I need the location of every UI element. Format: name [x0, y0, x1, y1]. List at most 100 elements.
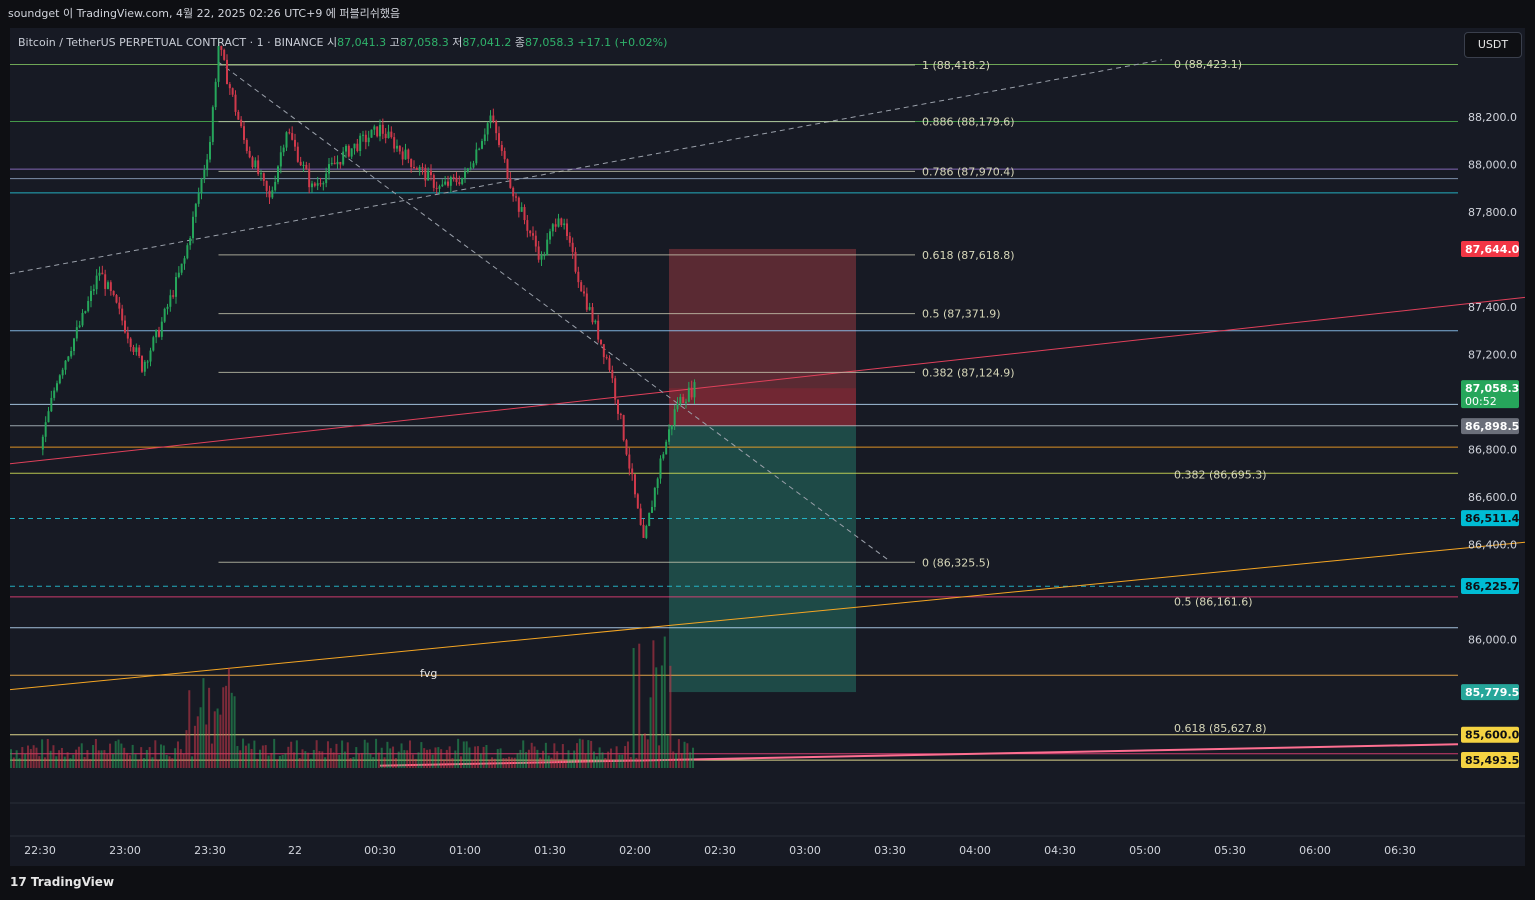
volume-bar — [69, 758, 72, 768]
volume-bar — [290, 741, 293, 768]
volume-bar — [114, 741, 117, 768]
price-tag-value: 85,600.0 — [1465, 729, 1520, 742]
fib-level-label: 0.382 (86,695.3) — [1174, 468, 1267, 481]
candle-body — [367, 137, 370, 143]
volume-bar — [505, 758, 508, 768]
volume-bar — [349, 758, 352, 768]
volume-bar — [471, 759, 474, 768]
chart-panel[interactable]: 1 (88,418.2) 0.886 (88,179.6) 0.786 (87,97… — [10, 28, 1525, 866]
tradingview-logo[interactable]: 𝟭𝟳 TradingView — [10, 875, 114, 889]
candle-body — [87, 301, 90, 312]
volume-bar — [680, 753, 683, 768]
candle-body — [345, 145, 347, 152]
volume-bar — [570, 759, 573, 768]
tradingview-logo-text: TradingView — [30, 875, 115, 889]
volume-bar — [131, 744, 134, 768]
fib-level-label: 0.618 (87,618.8) — [922, 249, 1015, 262]
candle-body — [563, 223, 566, 226]
candle-body — [180, 263, 183, 273]
candle-body — [418, 167, 421, 170]
time-axis-tick: 05:30 — [1214, 844, 1246, 857]
currency-button[interactable]: USDT — [1464, 32, 1522, 58]
volume-bar — [409, 740, 412, 768]
candle-body — [580, 282, 583, 292]
symbol-legend: Bitcoin / TetherUS PERPETUAL CONTRACT · … — [18, 34, 667, 50]
candle-body — [523, 207, 526, 221]
volume-bar — [182, 753, 185, 768]
candle-body — [472, 163, 475, 168]
candle-body — [104, 274, 107, 289]
volume-bar — [208, 687, 211, 768]
volume-bar — [366, 742, 369, 768]
volume-bar — [355, 747, 358, 768]
volume-bar — [369, 753, 372, 768]
candle-body — [441, 184, 444, 187]
volume-bar — [278, 755, 281, 768]
volume-bar — [128, 755, 131, 768]
volume-bar — [227, 667, 230, 768]
volume-bar — [510, 757, 513, 768]
candle-body — [611, 369, 614, 379]
candle-body — [687, 387, 690, 402]
time-axis-tick: 06:00 — [1299, 844, 1331, 857]
volume-bar — [117, 739, 120, 768]
volume-bar — [100, 750, 103, 768]
volume-bar — [502, 758, 505, 768]
candle-body — [415, 167, 418, 170]
volume-bar — [242, 738, 245, 768]
volume-bar — [544, 742, 547, 768]
volume-bar — [83, 757, 86, 768]
candle-body — [591, 307, 594, 323]
candle-body — [648, 512, 651, 526]
volume-bar — [445, 749, 448, 768]
price-tag: 86,225.7 — [1461, 578, 1519, 595]
time-axis-tick: 00:30 — [364, 844, 396, 857]
volume-bar — [542, 750, 545, 768]
annotation-fvg: fvg — [420, 667, 437, 680]
candle-body — [73, 338, 75, 352]
candle-body — [322, 183, 325, 185]
candle-body — [540, 255, 543, 260]
candle-body — [529, 230, 532, 234]
candle-body — [101, 272, 104, 275]
candle-body — [143, 361, 146, 372]
time-axis-tick: 23:30 — [194, 844, 226, 857]
volume-bar — [77, 746, 80, 768]
candle-body — [515, 196, 517, 198]
candle-body — [438, 186, 441, 189]
candle-body — [356, 143, 359, 151]
fib-level-label: 0.886 (88,179.6) — [922, 116, 1015, 129]
volume-bar — [66, 752, 69, 768]
candle-body — [231, 88, 234, 95]
candle-body — [146, 361, 149, 363]
candle-body — [676, 404, 679, 410]
candle-body — [639, 508, 642, 525]
symbol-name[interactable]: Bitcoin / TetherUS PERPETUAL CONTRACT · … — [18, 36, 323, 49]
candle-body — [625, 440, 628, 455]
volume-bar — [315, 740, 318, 768]
volume-bar — [148, 747, 151, 768]
volume-bar — [171, 758, 174, 768]
candle-body — [64, 360, 67, 370]
volume-bar — [213, 711, 216, 768]
volume-bar — [377, 752, 380, 768]
volume-bar — [202, 678, 205, 768]
volume-bar — [346, 742, 349, 768]
candle-body — [376, 126, 379, 137]
volume-bar — [168, 756, 171, 768]
volume-bar — [154, 740, 157, 768]
candle-body — [138, 347, 141, 356]
high-label: 고 — [389, 36, 400, 49]
candle-body — [47, 411, 50, 423]
price-chart[interactable]: 1 (88,418.2) 0.886 (88,179.6) 0.786 (87,97… — [10, 28, 1525, 866]
volume-bar — [578, 738, 581, 768]
fib-level-label: 0.618 (85,627.8) — [1174, 722, 1267, 735]
volume-bar — [666, 735, 669, 768]
candle-body — [58, 375, 61, 384]
volume-bar — [624, 746, 627, 768]
volume-bar — [185, 730, 188, 768]
volume-bar — [553, 743, 556, 768]
volume-bar — [341, 740, 344, 768]
volume-bar — [287, 746, 290, 768]
candle-body — [424, 167, 427, 181]
